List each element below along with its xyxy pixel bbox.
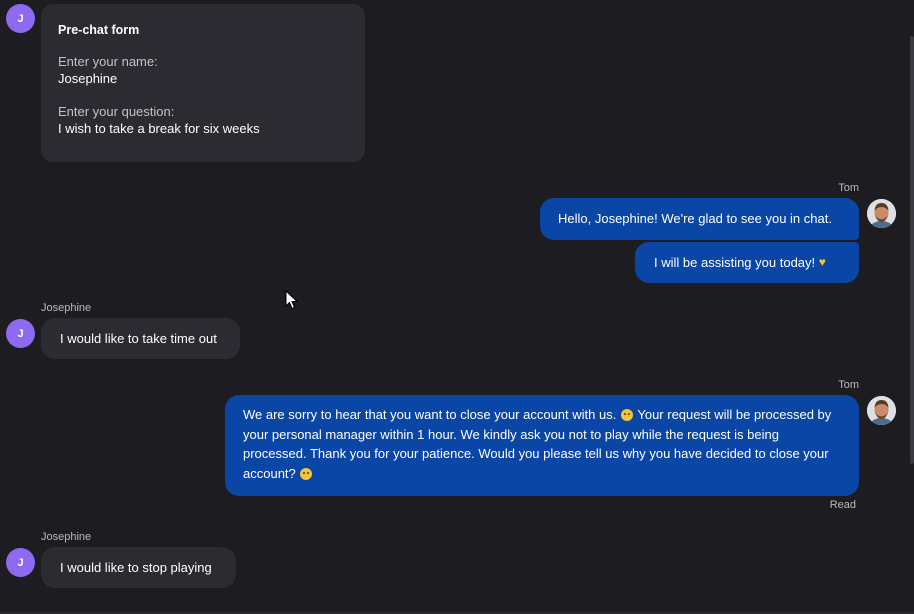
user-sender-name: Josephine [41,531,92,543]
message-text: Hello, Josephine! We're glad to see you … [558,211,832,227]
message-text: We are sorry to hear that you want to cl… [243,407,617,422]
prechat-form-card: Pre-chat form Enter your name: Josephine… [41,4,365,162]
question-value: I wish to take a break for six weeks [58,121,260,136]
sad-face-emoji-icon [620,409,633,421]
prechat-form-title: Pre-chat form [58,23,140,37]
question-label: Enter your question: [58,104,175,119]
agent-avatar [867,396,896,425]
confused-face-emoji-icon [300,467,313,480]
user-avatar: J [6,548,35,577]
message-text: I would like to take time out [60,330,217,346]
message-bubble-agent: We are sorry to hear that you want to cl… [225,395,859,496]
mouse-cursor-icon [285,290,299,310]
message-bubble-agent: Hello, Josephine! We're glad to see you … [540,198,859,240]
name-value: Josephine [58,71,118,86]
scrollbar[interactable] [910,36,914,464]
user-avatar: J [6,319,35,348]
message-bubble-user: I would like to take time out [41,318,240,359]
name-label: Enter your name: [58,54,158,69]
agent-avatar [867,199,896,228]
message-text: I would like to stop playing [60,559,212,575]
message-bubble-user: I would like to stop playing [41,547,236,588]
agent-sender-name: Tom [838,182,859,194]
heart-emoji-icon: ♥ [818,254,826,269]
user-sender-name: Josephine [41,302,92,314]
user-avatar: J [6,4,35,33]
message-bubble-agent: I will be assisting you today! ♥ [635,242,859,283]
read-status: Read [829,499,856,511]
agent-sender-name: Tom [838,379,859,391]
message-text: I will be assisting you today! [654,254,816,270]
